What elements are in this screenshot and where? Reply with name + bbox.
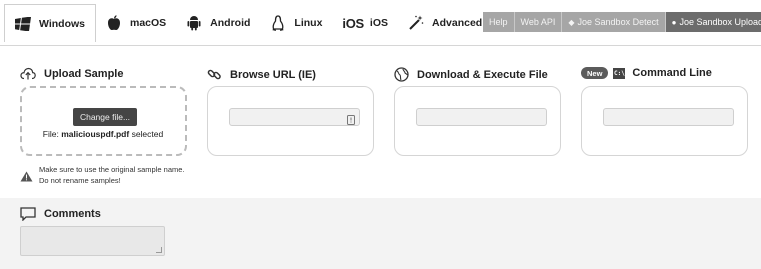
link-icon	[207, 67, 222, 82]
terminal-icon: C:\	[613, 67, 626, 79]
comment-icon	[20, 207, 36, 221]
resize-handle-icon[interactable]	[156, 247, 162, 253]
android-icon	[186, 15, 202, 31]
diamond-icon: ◆	[568, 17, 575, 27]
linux-icon	[270, 14, 286, 31]
command-line-heading: New C:\ Command Line	[581, 67, 712, 79]
circle-icon: ●	[671, 17, 677, 27]
tab-label: Linux	[294, 17, 323, 29]
tabs-divider	[0, 45, 761, 46]
tab-android[interactable]: Android	[176, 6, 260, 40]
selected-file-info: File: maliciouspdf.pdf selected	[20, 129, 186, 139]
browse-url-input[interactable]	[229, 108, 360, 126]
warning-icon	[20, 169, 33, 187]
sandbox-upload-label: Joe Sandbox Upload	[679, 17, 761, 27]
file-prefix: File:	[42, 129, 59, 139]
help-link[interactable]: Help	[483, 12, 515, 32]
tab-label: Android	[210, 17, 251, 29]
help-link-label: Help	[489, 17, 508, 27]
command-line-title: Command Line	[632, 67, 712, 79]
download-execute-heading: Download & Execute File	[394, 67, 548, 82]
new-badge: New	[581, 67, 609, 79]
tab-label: Windows	[39, 17, 85, 30]
command-line-input[interactable]	[603, 108, 734, 126]
comments-textarea[interactable]	[20, 226, 165, 256]
ios-icon: iOS	[342, 15, 364, 31]
tab-macos[interactable]: macOS	[96, 6, 176, 40]
apple-icon	[106, 15, 122, 31]
url-input-icon	[347, 112, 355, 130]
tab-label: macOS	[129, 17, 167, 29]
globe-icon	[394, 67, 409, 82]
warning-line-1: Make sure to use the original sample nam…	[39, 165, 185, 174]
sandbox-detect-link[interactable]: ◆ Joe Sandbox Detect	[562, 12, 666, 32]
change-file-button[interactable]: Change file...	[73, 108, 137, 126]
comments-title: Comments	[44, 208, 101, 220]
download-url-input[interactable]	[416, 108, 547, 126]
file-suffix: selected	[131, 129, 164, 139]
upload-sample-title: Upload Sample	[44, 67, 124, 80]
tab-ios[interactable]: iOS iOS	[332, 6, 398, 40]
tab-advanced[interactable]: Advanced	[398, 6, 492, 40]
sandbox-detect-label: Joe Sandbox Detect	[577, 17, 659, 27]
tab-windows[interactable]: Windows	[4, 4, 96, 42]
top-links: Help Web API ◆ Joe Sandbox Detect ● Joe Sa…	[483, 12, 761, 32]
rename-warning: Make sure to use the original sample nam…	[20, 164, 185, 187]
magic-wand-icon	[408, 15, 424, 31]
top-navigation: Windows macOS Android Linux iOS iOS Adva…	[0, 0, 761, 46]
cloud-upload-icon	[20, 67, 36, 80]
tab-label: iOS	[369, 17, 389, 29]
web-api-link-label: Web API	[520, 17, 556, 27]
windows-icon	[15, 16, 31, 32]
warning-line-2: Do not rename samples!	[39, 176, 121, 185]
file-name: maliciouspdf.pdf	[61, 129, 130, 139]
tab-linux[interactable]: Linux	[260, 6, 332, 40]
sandbox-upload-link[interactable]: ● Joe Sandbox Upload	[665, 12, 761, 32]
browse-url-title: Browse URL (IE)	[230, 68, 316, 81]
download-execute-title: Download & Execute File	[417, 68, 548, 81]
web-api-link[interactable]: Web API	[514, 12, 563, 32]
comments-heading: Comments	[20, 207, 101, 221]
upload-sample-heading: Upload Sample	[20, 67, 123, 80]
os-tabs: Windows macOS Android Linux iOS iOS Adva…	[4, 4, 492, 46]
browse-url-heading: Browse URL (IE)	[207, 67, 316, 82]
tab-label: Advanced	[432, 17, 483, 29]
